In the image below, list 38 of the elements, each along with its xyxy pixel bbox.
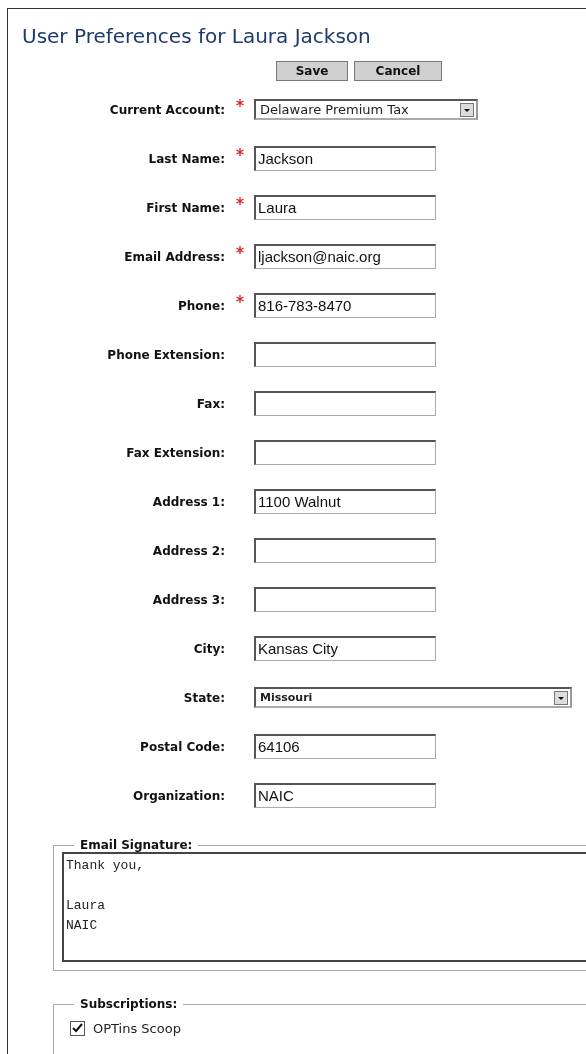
field-label: Organization: xyxy=(133,788,225,803)
field-label: Email Address: xyxy=(124,249,225,264)
field-label: Last Name: xyxy=(148,151,225,166)
text-field[interactable] xyxy=(254,342,436,367)
page-title: User Preferences for Laura Jackson xyxy=(22,23,372,49)
text-field[interactable]: 1100 Walnut xyxy=(254,489,436,514)
text-field[interactable] xyxy=(254,538,436,563)
text-field[interactable] xyxy=(254,440,436,465)
field-label: State: xyxy=(183,690,225,705)
checkbox[interactable] xyxy=(70,1021,85,1036)
field-label: Fax: xyxy=(196,396,225,411)
dropdown[interactable]: Delaware Premium Tax xyxy=(254,99,478,120)
panel-legend: Email Signature: xyxy=(74,838,199,852)
field-label: Fax Extension: xyxy=(126,445,225,460)
text-field[interactable]: Laura xyxy=(254,195,436,220)
checkbox-label[interactable]: OPTins Scoop xyxy=(93,1021,181,1036)
text-field[interactable]: Kansas City xyxy=(254,636,436,661)
text-field[interactable]: Jackson xyxy=(254,146,436,171)
cancel-button[interactable]: Cancel xyxy=(354,61,442,81)
signature-textarea[interactable]: Thank you, Laura NAIC xyxy=(62,852,586,962)
field-label: Current Account: xyxy=(109,102,225,117)
text-field[interactable]: ljackson@naic.org xyxy=(254,244,436,269)
dropdown[interactable]: Missouri xyxy=(254,687,572,708)
text-field[interactable]: 816-783-8470 xyxy=(254,293,436,318)
field-label: Address 1: xyxy=(152,494,225,509)
text-field[interactable]: NAIC xyxy=(254,783,436,808)
field-label: Address 2: xyxy=(152,543,225,558)
text-field[interactable]: 64106 xyxy=(254,734,436,759)
field-label: Phone: xyxy=(177,298,225,313)
field-label: First Name: xyxy=(146,200,225,215)
save-button[interactable]: Save xyxy=(276,61,348,81)
text-field[interactable] xyxy=(254,587,436,612)
field-label: City: xyxy=(193,641,225,656)
panel-legend: Subscriptions: xyxy=(74,997,184,1011)
field-label: Postal Code: xyxy=(140,739,225,754)
text-field[interactable] xyxy=(254,391,436,416)
field-label: Phone Extension: xyxy=(107,347,225,362)
field-label: Address 3: xyxy=(152,592,225,607)
